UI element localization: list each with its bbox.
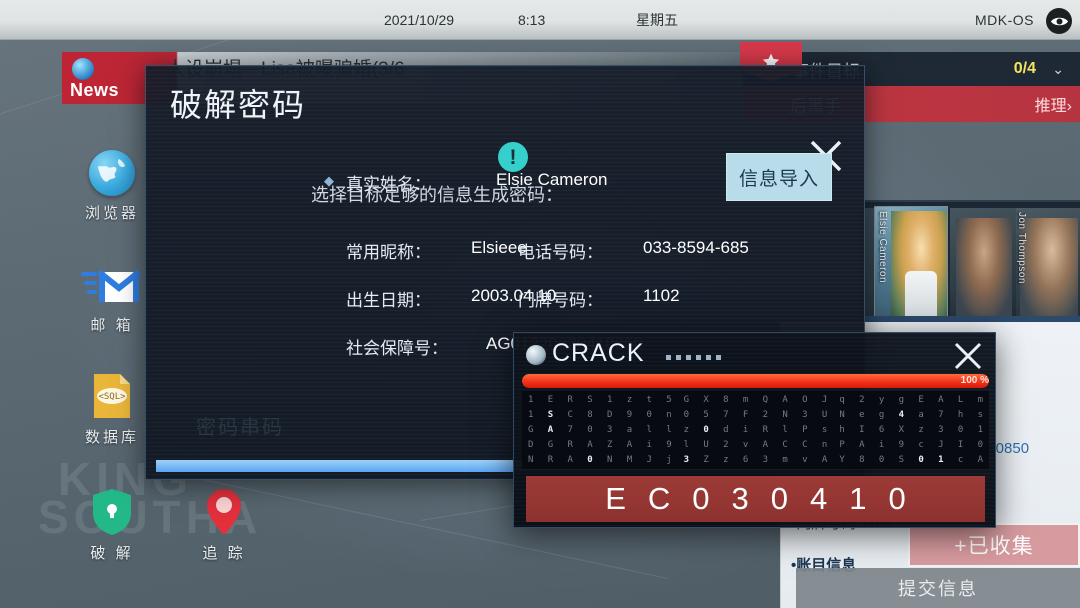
- crack-grid-row: PAi9cJI0: [839, 439, 984, 450]
- dock-label-crack: 破 解: [90, 545, 134, 562]
- crack-grid-row: z0diRlPs: [683, 424, 828, 435]
- status-os-name: MDK-OS: [975, 11, 1034, 28]
- crack-character-grid: 1ERS1zt5 1SC8D90n GA703all DGRAZAi9 NRA0NMJj…: [522, 391, 989, 469]
- crack-result-char: 4: [810, 481, 828, 516]
- crack-result-char: 3: [731, 481, 749, 516]
- character-card[interactable]: Jon Thompson: [1016, 208, 1080, 318]
- character-card-strip[interactable]: Elsie Cameron Jon Thompson: [860, 200, 1080, 322]
- crack-grid-row: 3Zz63mvA: [683, 454, 828, 465]
- crack-grid-row: hI6Xz301: [839, 424, 984, 435]
- field-label-real-name: 真实姓名：: [346, 175, 431, 194]
- collected-button[interactable]: +已收集: [908, 523, 1080, 567]
- field-label-nickname: 常用昵称：: [346, 243, 431, 262]
- character-name: Jon Thompson: [1016, 212, 1027, 284]
- crack-grid-row: NRA0NMJj: [528, 454, 672, 465]
- card-strip-base: [864, 316, 1080, 322]
- crack-result-char: C: [647, 481, 671, 516]
- close-icon[interactable]: [953, 341, 983, 371]
- app-dock: 浏览器 邮 箱 <SQL> 数据库 破 解 追 踪: [0, 40, 243, 608]
- field-label-phone: 电话号码：: [518, 243, 603, 262]
- globe-icon: [526, 345, 546, 365]
- crack-window-title: CRACK: [552, 339, 645, 367]
- crack-grid-row: GA703all: [528, 424, 672, 435]
- field-value-phone: 033-8594-685: [643, 238, 749, 257]
- status-time: 8:13: [518, 11, 546, 28]
- eye-icon[interactable]: [1046, 8, 1072, 34]
- crack-progress-label: 100 %: [960, 375, 989, 386]
- crack-grid-row: 1ERS1zt5: [528, 395, 672, 406]
- crack-grid-row: DGRAZAi9: [528, 439, 672, 450]
- crack-progress-bar: [522, 374, 989, 388]
- crack-grid-row: 057F2N3U: [683, 410, 828, 421]
- field-label-birthdate: 出生日期：: [346, 291, 431, 310]
- exclamation-icon[interactable]: !: [498, 142, 528, 172]
- field-value-door: 1102: [643, 286, 680, 305]
- crack-grid-column-1: 1ERS1zt5 1SC8D90n GA703all DGRAZAi9 NRA0NMJj: [522, 391, 678, 469]
- crack-grid-column-3: q2ygEALm Neg4a7hs hI6Xz301 PAi9cJI0 Y80S01cA: [833, 391, 989, 469]
- field-bullet-icon: ◆: [324, 173, 334, 188]
- event-target-row-action[interactable]: 推理›: [1035, 92, 1072, 116]
- dialog-ghost-text: 密码串码: [196, 417, 284, 439]
- field-value-real-name: Elsie Cameron: [496, 170, 608, 189]
- crack-result-char: 1: [849, 481, 867, 516]
- crack-result-char: 0: [692, 481, 710, 516]
- crack-grid-row: Y80S01cA: [839, 454, 984, 465]
- system-status-bar: 2021/10/29 8:13 星期五 MDK-OS: [0, 0, 1080, 40]
- crack-result-char: E: [605, 481, 626, 516]
- character-name: Elsie Cameron: [877, 211, 888, 284]
- event-target-count: 0/4: [1013, 60, 1036, 77]
- crack-grid-column-2: GX8mQAOJ 057F2N3U z0diRlPs lU2vACCn 3Zz63mvA: [678, 391, 834, 469]
- dock-item-crack[interactable]: 破 解: [52, 488, 172, 563]
- crack-grid-row: q2ygEALm: [839, 395, 984, 406]
- shield-key-icon: [90, 488, 134, 536]
- dock-label-track: 追 踪: [202, 545, 246, 562]
- field-label-door: 门牌号码：: [518, 291, 603, 310]
- status-date: 2021/10/29: [384, 11, 455, 28]
- character-card[interactable]: Elsie Cameron: [874, 206, 948, 322]
- import-info-button[interactable]: 信息导入: [726, 153, 832, 201]
- crack-result-code: EC030410: [526, 476, 985, 522]
- crack-result-char: 0: [888, 481, 906, 516]
- crack-grid-row: Neg4a7hs: [839, 410, 984, 421]
- dialog-title: 破解密码: [170, 87, 307, 123]
- character-card[interactable]: [950, 208, 1020, 318]
- svg-text:<SQL>: <SQL>: [98, 392, 126, 402]
- crack-grid-row: lU2vACCn: [683, 439, 828, 450]
- map-pin-icon: [205, 488, 243, 536]
- database-sql-icon: <SQL>: [91, 372, 133, 420]
- crack-grid-row: 1SC8D90n: [528, 410, 672, 421]
- crack-loading-dots: [666, 355, 721, 360]
- submit-info-button[interactable]: 提交信息: [796, 568, 1080, 608]
- chevron-down-icon[interactable]: ⌄: [1052, 61, 1064, 78]
- crack-result-char: 0: [770, 481, 789, 516]
- globe-icon: [89, 150, 135, 196]
- field-label-ssn: 社会保障号：: [346, 339, 448, 358]
- status-weekday: 星期五: [636, 11, 678, 28]
- mail-icon: [81, 262, 143, 308]
- crack-progress-fill: [522, 374, 989, 388]
- crack-window[interactable]: CRACK 100 % 1ERS1zt5 1SC8D90n GA703all DGRA…: [513, 332, 996, 528]
- crack-grid-row: GX8mQAOJ: [683, 395, 828, 406]
- dock-item-track[interactable]: 追 踪: [164, 488, 284, 563]
